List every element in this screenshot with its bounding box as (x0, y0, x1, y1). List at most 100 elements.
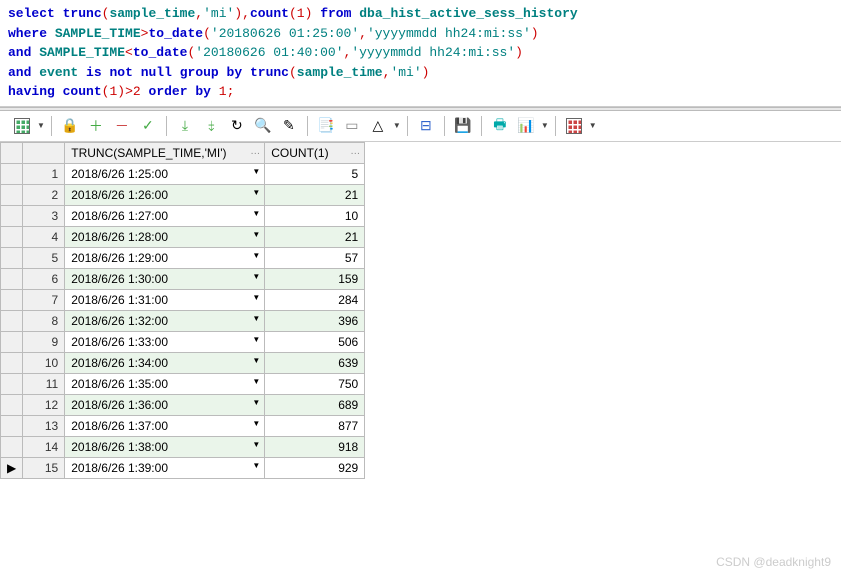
table-row[interactable]: 82018/6/26 1:32:00▼396 (1, 310, 365, 331)
grid-icon[interactable] (10, 115, 34, 137)
cell-count[interactable]: 689 (265, 394, 365, 415)
cell-time[interactable]: 2018/6/26 1:28:00▼ (65, 226, 265, 247)
cell-time[interactable]: 2018/6/26 1:36:00▼ (65, 394, 265, 415)
table-row[interactable]: 52018/6/26 1:29:00▼57 (1, 247, 365, 268)
cell-dropdown-icon[interactable]: ▼ (252, 461, 260, 470)
row-number[interactable]: 10 (23, 352, 65, 373)
cell-time[interactable]: 2018/6/26 1:34:00▼ (65, 352, 265, 373)
lock-icon[interactable]: 🔒 (58, 115, 82, 137)
cell-dropdown-icon[interactable]: ▼ (252, 293, 260, 302)
cell-dropdown-icon[interactable]: ▼ (252, 356, 260, 365)
sql-editor[interactable]: select trunc(sample_time,'mi'),count(1) … (0, 0, 841, 107)
cell-count[interactable]: 159 (265, 268, 365, 289)
cell-time[interactable]: 2018/6/26 1:29:00▼ (65, 247, 265, 268)
cell-count[interactable]: 57 (265, 247, 365, 268)
table-row[interactable]: 92018/6/26 1:33:00▼506 (1, 331, 365, 352)
cell-dropdown-icon[interactable]: ▼ (252, 335, 260, 344)
goto-icon[interactable]: ▭ (340, 115, 364, 137)
row-number[interactable]: 2 (23, 184, 65, 205)
cell-count[interactable]: 750 (265, 373, 365, 394)
table-row[interactable]: 112018/6/26 1:35:00▼750 (1, 373, 365, 394)
print-icon[interactable]: 🖶 (488, 115, 512, 137)
dropdown-arrow-icon[interactable]: ▼ (37, 121, 45, 130)
cell-time[interactable]: 2018/6/26 1:32:00▼ (65, 310, 265, 331)
column-header-count[interactable]: COUNT(1) (265, 142, 365, 163)
row-number[interactable]: 4 (23, 226, 65, 247)
row-number[interactable]: 9 (23, 331, 65, 352)
table-row[interactable]: 12018/6/26 1:25:00▼5 (1, 163, 365, 184)
column-header-time[interactable]: TRUNC(SAMPLE_TIME,'MI') (65, 142, 265, 163)
cell-count[interactable]: 284 (265, 289, 365, 310)
commit-icon[interactable]: ✓ (136, 115, 160, 137)
cell-time[interactable]: 2018/6/26 1:33:00▼ (65, 331, 265, 352)
table-row[interactable]: 122018/6/26 1:36:00▼689 (1, 394, 365, 415)
save-icon[interactable]: 💾 (451, 115, 475, 137)
cell-dropdown-icon[interactable]: ▼ (252, 314, 260, 323)
cell-count[interactable]: 918 (265, 436, 365, 457)
remove-icon[interactable]: － (110, 115, 134, 137)
table-row[interactable]: 102018/6/26 1:34:00▼639 (1, 352, 365, 373)
find-icon[interactable]: 🔍 (251, 115, 275, 137)
cell-dropdown-icon[interactable]: ▼ (252, 440, 260, 449)
cell-time[interactable]: 2018/6/26 1:25:00▼ (65, 163, 265, 184)
row-number[interactable]: 12 (23, 394, 65, 415)
table-row[interactable]: 132018/6/26 1:37:00▼877 (1, 415, 365, 436)
cell-time[interactable]: 2018/6/26 1:38:00▼ (65, 436, 265, 457)
row-number[interactable]: 7 (23, 289, 65, 310)
cell-count[interactable]: 929 (265, 457, 365, 478)
row-number[interactable]: 8 (23, 310, 65, 331)
cell-dropdown-icon[interactable]: ▼ (252, 230, 260, 239)
cell-count[interactable]: 506 (265, 331, 365, 352)
cell-time[interactable]: 2018/6/26 1:26:00▼ (65, 184, 265, 205)
grid-options-icon[interactable] (562, 115, 586, 137)
cell-dropdown-icon[interactable]: ▼ (252, 398, 260, 407)
cell-dropdown-icon[interactable]: ▼ (252, 419, 260, 428)
refresh-icon[interactable]: ↻ (225, 115, 249, 137)
cell-dropdown-icon[interactable]: ▼ (252, 188, 260, 197)
single-record-icon[interactable]: ⊟ (414, 115, 438, 137)
row-number[interactable]: 6 (23, 268, 65, 289)
chart-icon[interactable]: 📊 (514, 115, 538, 137)
cell-count[interactable]: 639 (265, 352, 365, 373)
row-number[interactable]: 11 (23, 373, 65, 394)
cell-count[interactable]: 396 (265, 310, 365, 331)
row-number[interactable]: 15 (23, 457, 65, 478)
cell-count[interactable]: 877 (265, 415, 365, 436)
cell-time[interactable]: 2018/6/26 1:35:00▼ (65, 373, 265, 394)
eraser-icon[interactable]: ✎ (277, 115, 301, 137)
row-number[interactable]: 1 (23, 163, 65, 184)
row-number[interactable]: 5 (23, 247, 65, 268)
cell-count[interactable]: 21 (265, 226, 365, 247)
dropdown-arrow-icon[interactable]: ▼ (541, 121, 549, 130)
cell-time[interactable]: 2018/6/26 1:31:00▼ (65, 289, 265, 310)
add-icon[interactable]: ＋ (84, 115, 108, 137)
cell-count[interactable]: 5 (265, 163, 365, 184)
table-row[interactable]: 142018/6/26 1:38:00▼918 (1, 436, 365, 457)
cell-time[interactable]: 2018/6/26 1:27:00▼ (65, 205, 265, 226)
cell-time[interactable]: 2018/6/26 1:39:00▼ (65, 457, 265, 478)
row-number[interactable]: 13 (23, 415, 65, 436)
table-row[interactable]: 62018/6/26 1:30:00▼159 (1, 268, 365, 289)
fetch-icon[interactable]: ⤓ (173, 115, 197, 137)
table-row[interactable]: 32018/6/26 1:27:00▼10 (1, 205, 365, 226)
dropdown-arrow-icon[interactable]: ▼ (393, 121, 401, 130)
table-row[interactable]: 42018/6/26 1:28:00▼21 (1, 226, 365, 247)
row-number[interactable]: 14 (23, 436, 65, 457)
row-number[interactable]: 3 (23, 205, 65, 226)
cell-count[interactable]: 21 (265, 184, 365, 205)
bookmarks-icon[interactable]: 📑 (314, 115, 338, 137)
nav-icon[interactable]: △ (366, 115, 390, 137)
cell-dropdown-icon[interactable]: ▼ (252, 272, 260, 281)
cell-time[interactable]: 2018/6/26 1:30:00▼ (65, 268, 265, 289)
table-row[interactable]: 72018/6/26 1:31:00▼284 (1, 289, 365, 310)
table-row[interactable]: ▶152018/6/26 1:39:00▼929 (1, 457, 365, 478)
fetch-all-icon[interactable]: ⤈ (199, 115, 223, 137)
cell-dropdown-icon[interactable]: ▼ (252, 167, 260, 176)
cell-dropdown-icon[interactable]: ▼ (252, 209, 260, 218)
cell-dropdown-icon[interactable]: ▼ (252, 251, 260, 260)
cell-time[interactable]: 2018/6/26 1:37:00▼ (65, 415, 265, 436)
table-row[interactable]: 22018/6/26 1:26:00▼21 (1, 184, 365, 205)
cell-count[interactable]: 10 (265, 205, 365, 226)
cell-dropdown-icon[interactable]: ▼ (252, 377, 260, 386)
dropdown-arrow-icon[interactable]: ▼ (589, 121, 597, 130)
